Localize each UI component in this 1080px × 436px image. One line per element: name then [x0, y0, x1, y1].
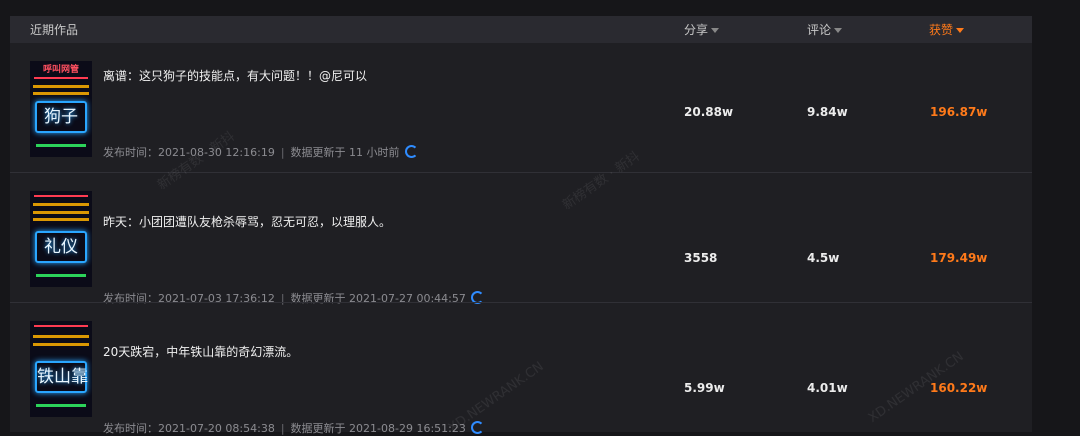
- thumbnail-neon-text: 狗子: [35, 101, 87, 133]
- publish-time: 发布时间：2021-08-30 12:16:19: [103, 146, 275, 159]
- like-count: 196.87w: [930, 105, 988, 119]
- video-thumbnail[interactable]: 铁山靠: [30, 321, 92, 417]
- update-time: 数据更新于 11 小时前: [290, 146, 400, 159]
- thumbnail-caption: 呼叫网管: [42, 65, 79, 75]
- sort-comment-header[interactable]: 评论: [807, 22, 843, 38]
- like-header-label: 获赞: [929, 23, 954, 37]
- section-title: 近期作品: [30, 23, 79, 37]
- recent-works-panel: 近期作品 分享 评论 获赞 呼叫网管 狗子 离谱：这只狗子的技能点，有大问题！！…: [10, 16, 1032, 436]
- video-meta: 发布时间：2021-07-20 08:54:38 | 数据更新于 2021-08-2…: [103, 420, 484, 436]
- sort-share-header[interactable]: 分享: [684, 22, 720, 38]
- video-title[interactable]: 昨天：小团团遭队友枪杀辱骂，忍无可忍，以理服人。: [103, 213, 391, 230]
- share-header-label: 分享: [684, 23, 709, 37]
- refresh-icon[interactable]: [470, 421, 484, 434]
- comment-header-label: 评论: [807, 23, 832, 37]
- sort-like-header[interactable]: 获赞: [929, 22, 965, 38]
- table-row[interactable]: 呼叫网管 狗子 离谱：这只狗子的技能点，有大问题！！@尼可以 发布时间：2021…: [10, 43, 1032, 173]
- share-count: 5.99w: [684, 381, 725, 395]
- video-title[interactable]: 离谱：这只狗子的技能点，有大问题！！@尼可以: [103, 67, 367, 84]
- publish-time: 发布时间：2021-07-20 08:54:38: [103, 422, 275, 435]
- comment-count: 4.01w: [807, 381, 848, 395]
- sort-caret-icon: [834, 28, 843, 33]
- share-count: 3558: [684, 251, 718, 265]
- share-count: 20.88w: [684, 105, 734, 119]
- thumbnail-neon-text: 礼仪: [35, 231, 87, 263]
- video-title[interactable]: 20天跌宕，中年铁山靠的奇幻漂流。: [103, 343, 298, 360]
- like-count: 160.22w: [930, 381, 988, 395]
- sort-caret-active-icon: [956, 28, 965, 33]
- table-header: 近期作品 分享 评论 获赞: [10, 16, 1032, 43]
- video-thumbnail[interactable]: 礼仪: [30, 191, 92, 287]
- comment-count: 9.84w: [807, 105, 848, 119]
- like-count: 179.49w: [930, 251, 988, 265]
- video-thumbnail[interactable]: 呼叫网管 狗子: [30, 61, 92, 157]
- sort-caret-icon: [711, 28, 720, 33]
- thumbnail-neon-text: 铁山靠: [35, 361, 88, 393]
- table-row[interactable]: 礼仪 昨天：小团团遭队友枪杀辱骂，忍无可忍，以理服人。 发布时间：2021-07…: [10, 173, 1032, 305]
- comment-count: 4.5w: [807, 251, 840, 265]
- table-row[interactable]: 铁山靠 20天跌宕，中年铁山靠的奇幻漂流。 发布时间：2021-07-20 08…: [10, 303, 1032, 436]
- video-meta: 发布时间：2021-08-30 12:16:19 | 数据更新于 11 小时前: [103, 144, 418, 160]
- update-time: 数据更新于 2021-08-29 16:51:23: [290, 422, 466, 435]
- refresh-icon[interactable]: [404, 145, 418, 158]
